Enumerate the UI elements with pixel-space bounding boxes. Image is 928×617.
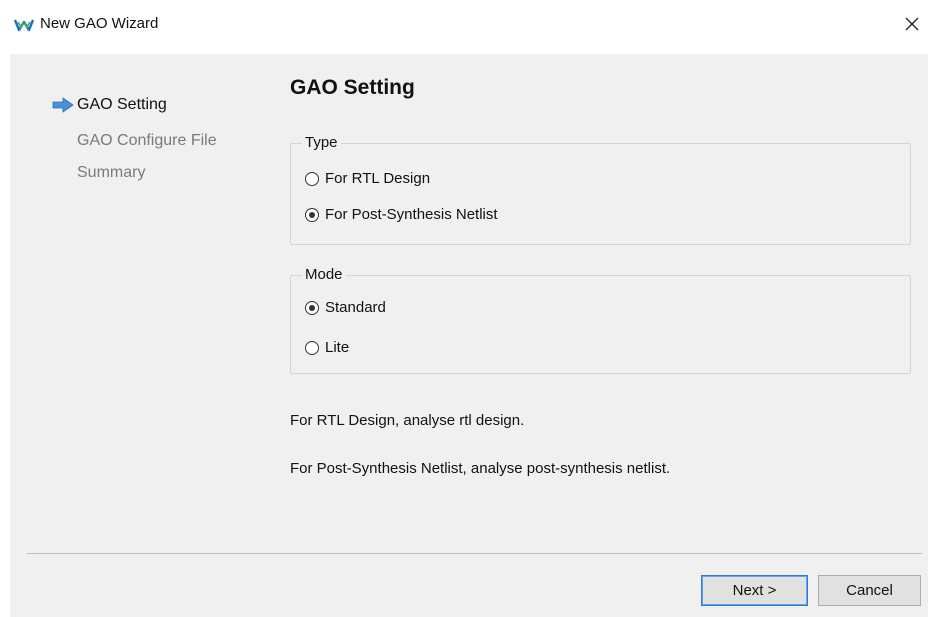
step-gao-setting: GAO Setting [77,96,167,113]
page-title: GAO Setting [290,76,415,99]
footer-separator [27,553,922,554]
radio-label[interactable]: Lite [325,339,349,356]
type-groupbox: Type [290,134,911,245]
cancel-button[interactable]: Cancel [818,575,921,606]
close-icon [905,17,919,31]
window-title: New GAO Wizard [40,15,159,32]
radio-label[interactable]: For Post-Synthesis Netlist [325,206,498,223]
radio-label[interactable]: For RTL Design [325,170,430,187]
radio-label[interactable]: Standard [325,299,386,316]
mode-groupbox: Mode [290,266,911,374]
title-bar: New GAO Wizard [0,0,928,40]
radio-button[interactable] [305,301,319,315]
radio-button[interactable] [305,172,319,186]
radio-button[interactable] [305,341,319,355]
description-rtl: For RTL Design, analyse rtl design. [290,412,525,429]
arrow-right-icon [52,97,74,113]
next-button[interactable]: Next > [701,575,808,606]
step-summary: Summary [77,164,146,181]
mode-group-label: Mode [302,266,346,283]
gowin-logo-icon [14,19,34,32]
type-group-label: Type [302,134,341,151]
step-gao-configure-file: GAO Configure File [77,132,217,149]
description-post-synthesis: For Post-Synthesis Netlist, analyse post… [290,460,671,477]
close-button[interactable] [902,14,922,34]
radio-button[interactable] [305,208,319,222]
